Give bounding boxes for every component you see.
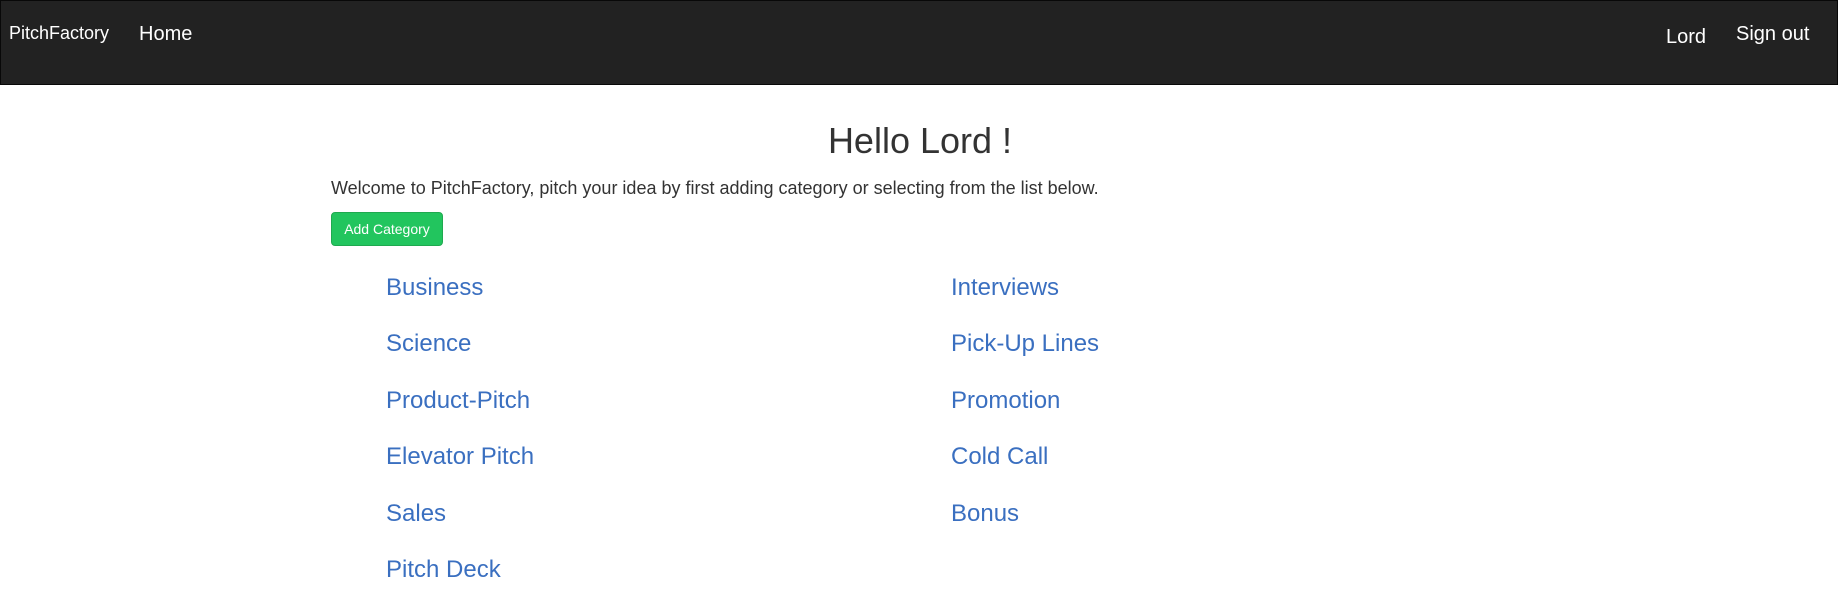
nav-user-link[interactable]: Lord	[1666, 26, 1706, 49]
list-item: Pitch Deck	[386, 554, 534, 610]
category-link-promotion[interactable]: Promotion	[951, 387, 1060, 414]
category-link-cold-call[interactable]: Cold Call	[951, 443, 1048, 470]
category-link-interviews[interactable]: Interviews	[951, 274, 1059, 301]
list-item: Interviews	[951, 272, 1099, 328]
list-item: Elevator Pitch	[386, 441, 534, 497]
category-list-left: Business Science Product-Pitch Elevator …	[386, 272, 534, 610]
list-item: Sales	[386, 498, 534, 554]
list-item: Bonus	[951, 498, 1099, 554]
list-item: Cold Call	[951, 441, 1099, 497]
category-link-bonus[interactable]: Bonus	[951, 500, 1019, 527]
nav-home-link[interactable]: Home	[139, 23, 192, 46]
navbar: PitchFactory Home Lord Sign out	[0, 0, 1838, 85]
list-item: Product-Pitch	[386, 385, 534, 441]
category-link-pick-up-lines[interactable]: Pick-Up Lines	[951, 330, 1099, 357]
category-link-sales[interactable]: Sales	[386, 500, 446, 527]
list-item: Science	[386, 328, 534, 384]
add-category-button[interactable]: Add Category	[331, 212, 443, 246]
welcome-text: Welcome to PitchFactory, pitch your idea…	[331, 178, 1099, 198]
category-list-right: Interviews Pick-Up Lines Promotion Cold …	[951, 272, 1099, 554]
category-link-product-pitch[interactable]: Product-Pitch	[386, 387, 530, 414]
category-link-elevator-pitch[interactable]: Elevator Pitch	[386, 443, 534, 470]
category-link-business[interactable]: Business	[386, 274, 483, 301]
list-item: Promotion	[951, 385, 1099, 441]
list-item: Business	[386, 272, 534, 328]
sign-out-link[interactable]: Sign out	[1736, 23, 1809, 46]
category-link-science[interactable]: Science	[386, 330, 471, 357]
brand-link[interactable]: PitchFactory	[9, 23, 109, 44]
greeting-heading: Hello Lord !	[827, 120, 1013, 161]
list-item: Pick-Up Lines	[951, 328, 1099, 384]
